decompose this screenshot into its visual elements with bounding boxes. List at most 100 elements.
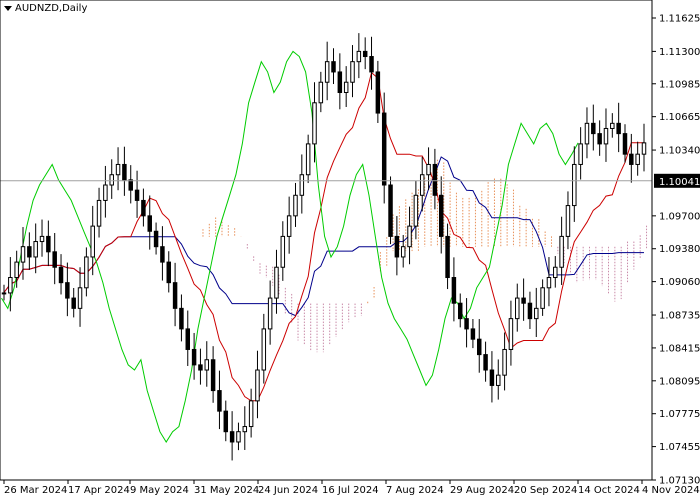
candle-body	[610, 122, 615, 129]
candle-body	[394, 235, 400, 258]
candle-body	[33, 241, 38, 258]
dropdown-triangle-icon	[4, 6, 12, 11]
candle-body	[274, 266, 279, 299]
candle-body	[483, 354, 488, 371]
candle-body	[553, 266, 558, 279]
y-tick-label: 1.10340	[659, 146, 700, 157]
candle-body	[46, 235, 51, 253]
candle-body	[27, 246, 32, 258]
x-tick-label: 29 Aug 2024	[450, 485, 514, 496]
candle-body	[362, 50, 368, 58]
candle-body	[388, 184, 393, 237]
candle-body	[147, 215, 152, 232]
candle-body	[280, 235, 286, 268]
y-tick-label: 1.07775	[659, 409, 700, 420]
candle-body	[603, 127, 609, 145]
candle-body	[210, 359, 216, 392]
candle-body	[451, 277, 457, 304]
candle-body	[489, 369, 495, 386]
candle-body	[248, 400, 254, 428]
candle-body	[185, 328, 191, 350]
ichimoku-chart: 1.11625 1.11300 1.10985 1.10665 1.10340 1.097…	[0, 0, 700, 500]
candle-body	[584, 122, 590, 145]
y-tick-label: 1.09700	[659, 211, 700, 222]
candle-body	[166, 261, 171, 284]
y-tick-label: 1.08735	[659, 311, 700, 322]
candle-body	[96, 199, 102, 227]
candle-body	[477, 338, 482, 356]
x-tick-label: 7 Aug 2024	[386, 485, 444, 496]
candle-body	[204, 359, 210, 371]
candle-body	[616, 122, 621, 135]
candle-body	[71, 297, 76, 309]
candle-body	[546, 277, 552, 289]
y-axis: 1.11625 1.11300 1.10985 1.10665 1.10340 1.097…	[652, 13, 700, 487]
candle-body	[141, 199, 146, 217]
candle-body	[337, 71, 343, 94]
candle-body	[635, 153, 640, 165]
candle-body	[39, 235, 45, 243]
candle-body	[641, 142, 647, 155]
candle-body	[229, 431, 235, 443]
candle-body	[515, 297, 520, 320]
candle-body	[464, 318, 469, 330]
symbol-label[interactable]: AUDNZD,Daily	[4, 3, 87, 14]
candle-body	[445, 235, 450, 279]
candle-body	[369, 56, 374, 73]
candle-body	[236, 431, 241, 443]
candle-body	[160, 246, 165, 263]
candle-body	[191, 348, 197, 366]
candle-body	[115, 163, 121, 176]
candle-body	[299, 174, 305, 196]
candle-body	[172, 282, 178, 309]
candle-body	[58, 266, 64, 284]
x-tick-label: 16 Jul 2024	[322, 485, 379, 496]
candle-body	[122, 163, 127, 181]
candle-body	[521, 297, 526, 304]
y-tick-label: 1.08095	[659, 376, 700, 387]
y-tick-label: 1.08415	[659, 343, 700, 354]
candle-body	[565, 205, 571, 237]
x-tick-label: 17 Apr 2024	[68, 485, 130, 496]
candle-body	[103, 184, 108, 201]
candle-body	[343, 81, 349, 94]
y-tick-label: 1.09060	[659, 277, 700, 288]
candle-body	[508, 318, 514, 350]
price-badge-label: 1.10041	[659, 177, 700, 188]
y-tick-label: 1.07455	[659, 442, 700, 453]
x-tick-label: 9 May 2024	[130, 485, 189, 496]
candle-body	[179, 307, 184, 330]
candle-body	[438, 194, 444, 237]
candle-body	[629, 153, 634, 165]
candle-body	[534, 307, 539, 320]
candle-body	[134, 189, 140, 201]
candle-body	[84, 256, 89, 289]
candle-body	[527, 302, 533, 320]
candle-body	[90, 225, 95, 258]
candle-body	[65, 282, 70, 299]
candle-body	[305, 143, 311, 176]
y-tick-label: 1.09380	[659, 244, 700, 255]
x-tick-label: 26 Mar 2024	[4, 485, 67, 496]
y-tick-label: 1.11300	[659, 47, 700, 58]
candle-body	[419, 174, 425, 196]
candle-body	[591, 122, 596, 135]
candle-body	[400, 246, 406, 258]
candle-body	[198, 364, 203, 371]
y-tick-label: 1.10985	[659, 79, 700, 90]
candle-body	[153, 230, 159, 248]
x-tick-label: 20 Sep 2024	[514, 485, 577, 496]
x-tick-label: 24 Jun 2024	[258, 485, 318, 496]
chart-area[interactable]: 1.11625 1.11300 1.10985 1.10665 1.10340 1.097…	[0, 0, 700, 500]
candle-body	[324, 61, 330, 83]
candle-body	[407, 225, 412, 248]
candle-body	[8, 277, 13, 294]
candle-body	[217, 390, 222, 412]
candle-body	[52, 251, 57, 268]
y-tick-label: 1.10665	[659, 112, 700, 123]
candle-body	[293, 194, 298, 217]
y-tick-label: 1.11625	[659, 13, 700, 24]
x-tick-label: 31 May 2024	[194, 485, 259, 496]
candle-body	[20, 246, 26, 263]
candle-body	[1, 292, 7, 295]
